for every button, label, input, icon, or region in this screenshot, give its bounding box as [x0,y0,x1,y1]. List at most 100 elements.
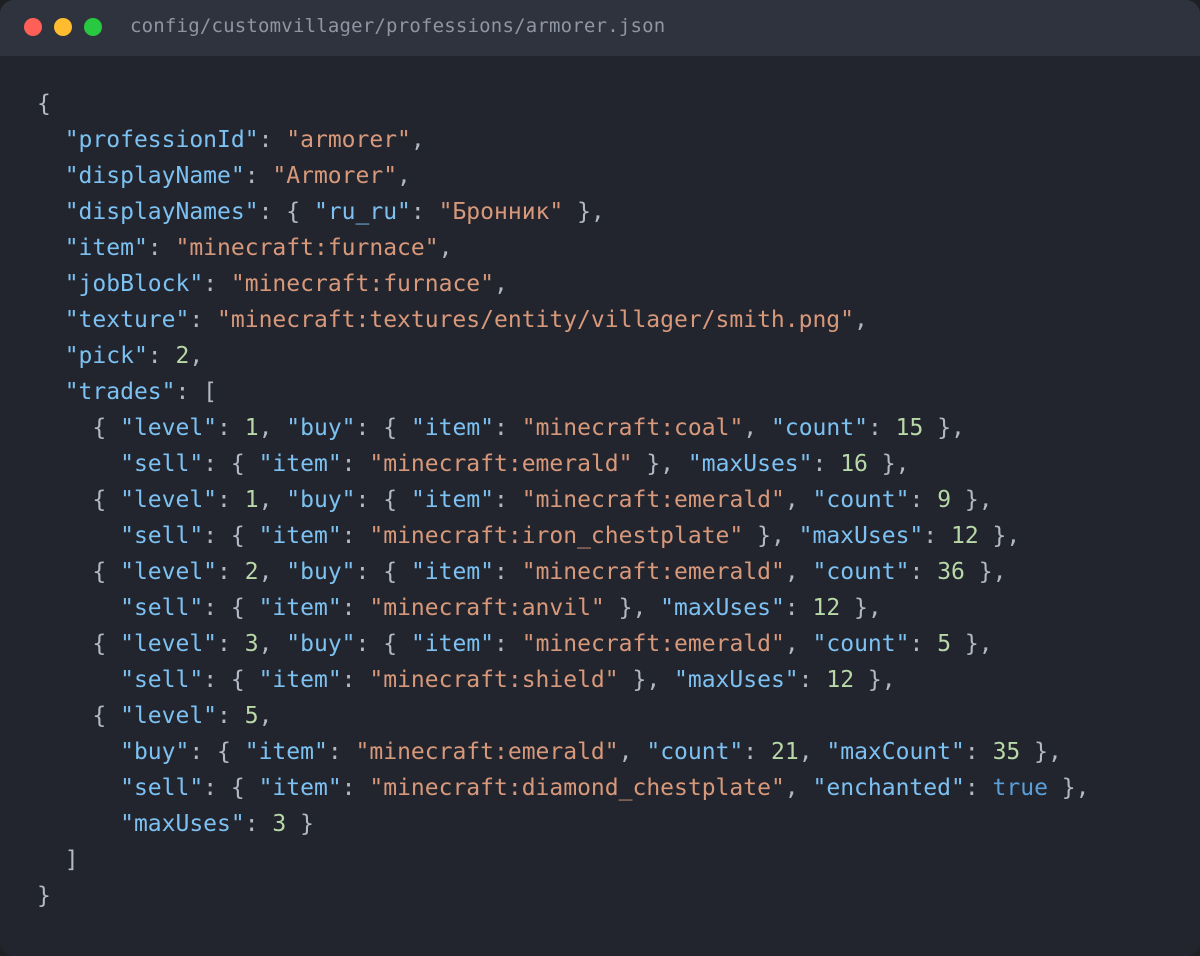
code-line: "displayNames": { "ru_ru": "Бронник" }, [37,194,1089,230]
json-punctuation [37,739,120,765]
json-punctuation: } [37,883,51,909]
json-punctuation: : [798,667,827,693]
json-string: "minecraft:coal" [521,415,744,441]
json-number: 35 [992,739,1021,765]
json-punctuation: , [618,739,647,765]
json-punctuation: : { [258,199,314,225]
json-punctuation: , [258,487,287,513]
json-string: "Бронник" [438,199,564,225]
json-punctuation: : [964,775,993,801]
json-punctuation: , [784,631,813,657]
json-punctuation: : [410,199,439,225]
json-key: "texture" [64,307,190,333]
json-punctuation: : [ [175,379,218,405]
json-key: "sell" [120,451,204,477]
json-punctuation: { [37,631,121,657]
json-string: "minecraft:emerald" [521,559,785,585]
code-line: "jobBlock": "minecraft:furnace", [37,266,1089,302]
json-key: "buy" [120,739,190,765]
json-punctuation: }, [867,451,910,477]
json-key: "count" [812,487,910,513]
json-punctuation: }, [604,595,661,621]
json-key: "buy" [286,487,356,513]
json-key: "item" [410,415,495,441]
json-punctuation: }, [840,595,882,621]
json-key: "sell" [120,523,204,549]
json-key: "maxUses" [660,595,785,621]
json-number: 3 [244,631,259,657]
code-line: "professionId": "armorer", [37,122,1089,158]
json-key: "item" [258,667,342,693]
code-line: "sell": { "item": "minecraft:iron_chestp… [37,518,1089,554]
json-punctuation [37,235,65,261]
maximize-window-button[interactable] [84,18,102,36]
json-punctuation: : { [355,487,411,513]
json-punctuation: : [217,703,245,729]
json-punctuation: : [494,415,522,441]
json-punctuation: { [37,703,121,729]
code-window: config/customvillager/professions/armore… [0,0,1200,956]
json-punctuation: }, [923,415,965,441]
json-punctuation: : { [355,559,411,585]
json-punctuation: } [286,811,314,837]
json-punctuation: }, [951,631,993,657]
json-key: "level" [120,631,218,657]
json-key: "item" [64,235,148,261]
json-punctuation: : [327,739,356,765]
json-punctuation: : [909,559,938,585]
code-line: "sell": { "item": "minecraft:shield" }, … [37,662,1089,698]
json-punctuation: : [217,559,245,585]
code-line: "sell": { "item": "minecraft:emerald" },… [37,446,1089,482]
json-punctuation: : [341,775,370,801]
json-number: 1 [244,415,259,441]
json-punctuation: }, [1047,775,1090,801]
minimize-window-button[interactable] [54,18,72,36]
code-line: { "level": 1, "buy": { "item": "minecraf… [37,482,1089,518]
json-punctuation: : { [203,523,259,549]
json-punctuation: : [217,415,245,441]
json-key: "jobBlock" [64,271,204,297]
json-punctuation: : [964,739,993,765]
close-window-button[interactable] [24,18,42,36]
json-key: "count" [646,739,744,765]
json-key: "maxUses" [674,667,799,693]
json-punctuation [37,163,65,189]
json-number: 12 [950,523,979,549]
json-punctuation: : [217,631,245,657]
json-punctuation: : { [355,631,411,657]
json-key: "item" [410,487,495,513]
json-string: "minecraft:iron_chestplate" [369,523,744,549]
json-punctuation [37,343,65,369]
json-key: "sell" [120,595,204,621]
json-punctuation: : [341,667,370,693]
json-punctuation: : [147,235,176,261]
code-line: "trades": [ [37,374,1089,410]
json-punctuation: }, [1020,739,1062,765]
json-string: "minecraft:emerald" [521,631,785,657]
json-punctuation: , [743,415,771,441]
json-punctuation: }, [854,667,896,693]
file-path-title: config/customvillager/professions/armore… [130,15,666,37]
json-key: "enchanted" [812,775,965,801]
json-key: "level" [120,703,218,729]
json-number: 5 [937,631,952,657]
json-punctuation: }, [964,559,1007,585]
json-punctuation: : [341,595,370,621]
json-key: "item" [258,775,342,801]
json-punctuation: : { [203,595,259,621]
json-string: "minecraft:anvil" [369,595,605,621]
json-string: "minecraft:furnace" [230,271,494,297]
code-editor[interactable]: { "professionId": "armorer", "displayNam… [37,86,1089,914]
json-string: "minecraft:emerald" [355,739,619,765]
json-number: 12 [826,667,855,693]
json-punctuation: : [341,523,370,549]
json-key: "item" [258,451,342,477]
json-string: "minecraft:emerald" [521,487,785,513]
json-key: "item" [258,595,342,621]
json-punctuation: : [812,451,841,477]
json-key: "level" [120,415,218,441]
json-number: 21 [770,739,799,765]
json-string: "Armorer" [272,163,398,189]
json-key: "level" [120,487,218,513]
json-number: 16 [840,451,868,477]
